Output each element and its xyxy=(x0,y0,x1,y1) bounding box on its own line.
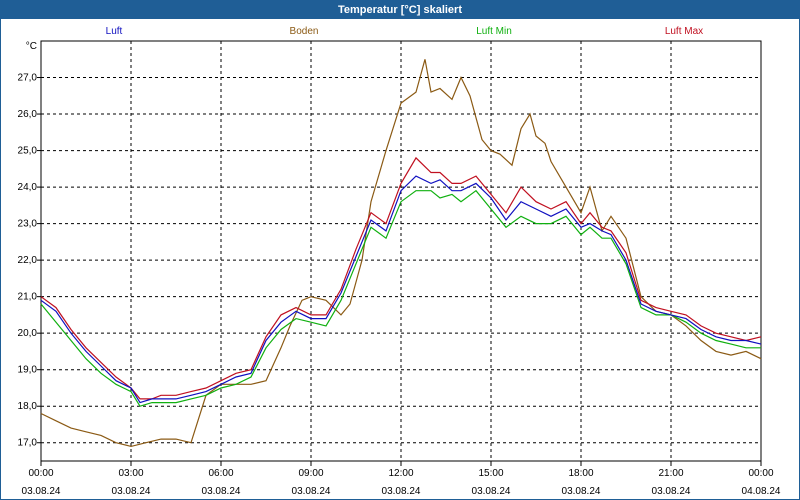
legend-luft-min: Luft Min xyxy=(476,26,512,37)
x-tick-date: 03.08.24 xyxy=(562,486,601,497)
x-tick-time: 00:00 xyxy=(748,468,773,479)
chart-title: Temperatur [°C] skaliert xyxy=(1,1,799,19)
x-tick-time: 18:00 xyxy=(568,468,593,479)
y-tick-label: 26,0 xyxy=(18,109,38,120)
x-tick-date: 03.08.24 xyxy=(202,486,241,497)
legend-luft-max: Luft Max xyxy=(665,26,703,37)
x-tick-date: 03.08.24 xyxy=(22,486,61,497)
y-tick-label: 25,0 xyxy=(18,146,38,157)
x-tick-time: 12:00 xyxy=(388,468,413,479)
y-tick-label: 23,0 xyxy=(18,219,38,230)
x-tick-date: 03.08.24 xyxy=(472,486,511,497)
y-tick-label: 17,0 xyxy=(18,438,38,449)
x-tick-time: 00:00 xyxy=(28,468,53,479)
x-tick-date: 03.08.24 xyxy=(292,486,331,497)
x-tick-date: 04.08.24 xyxy=(742,486,781,497)
x-tick-time: 09:00 xyxy=(298,468,323,479)
legend-luft: Luft xyxy=(106,26,123,37)
y-tick-label: 22,0 xyxy=(18,255,38,266)
y-tick-label: 24,0 xyxy=(18,182,38,193)
x-tick-time: 15:00 xyxy=(478,468,503,479)
y-tick-label: 18,0 xyxy=(18,401,38,412)
x-tick-date: 03.08.24 xyxy=(382,486,421,497)
y-tick-label: 21,0 xyxy=(18,292,38,303)
y-tick-label: 20,0 xyxy=(18,328,38,339)
y-tick-label: 27,0 xyxy=(18,73,38,84)
x-tick-date: 03.08.24 xyxy=(652,486,691,497)
legend-boden: Boden xyxy=(290,26,319,37)
chart-window: Temperatur [°C] skaliert 17,0 18,0 19,0 20,… xyxy=(0,0,800,500)
x-tick-date: 03.08.24 xyxy=(112,486,151,497)
x-tick-time: 03:00 xyxy=(118,468,143,479)
y-axis-label: °C xyxy=(26,41,37,52)
x-tick-time: 06:00 xyxy=(208,468,233,479)
temperature-chart: 17,0 18,0 19,0 20,0 21,0 22,0 23,0 24,0 25,0 26,0… xyxy=(18,26,781,497)
y-tick-label: 19,0 xyxy=(18,365,38,376)
x-tick-time: 21:00 xyxy=(658,468,683,479)
